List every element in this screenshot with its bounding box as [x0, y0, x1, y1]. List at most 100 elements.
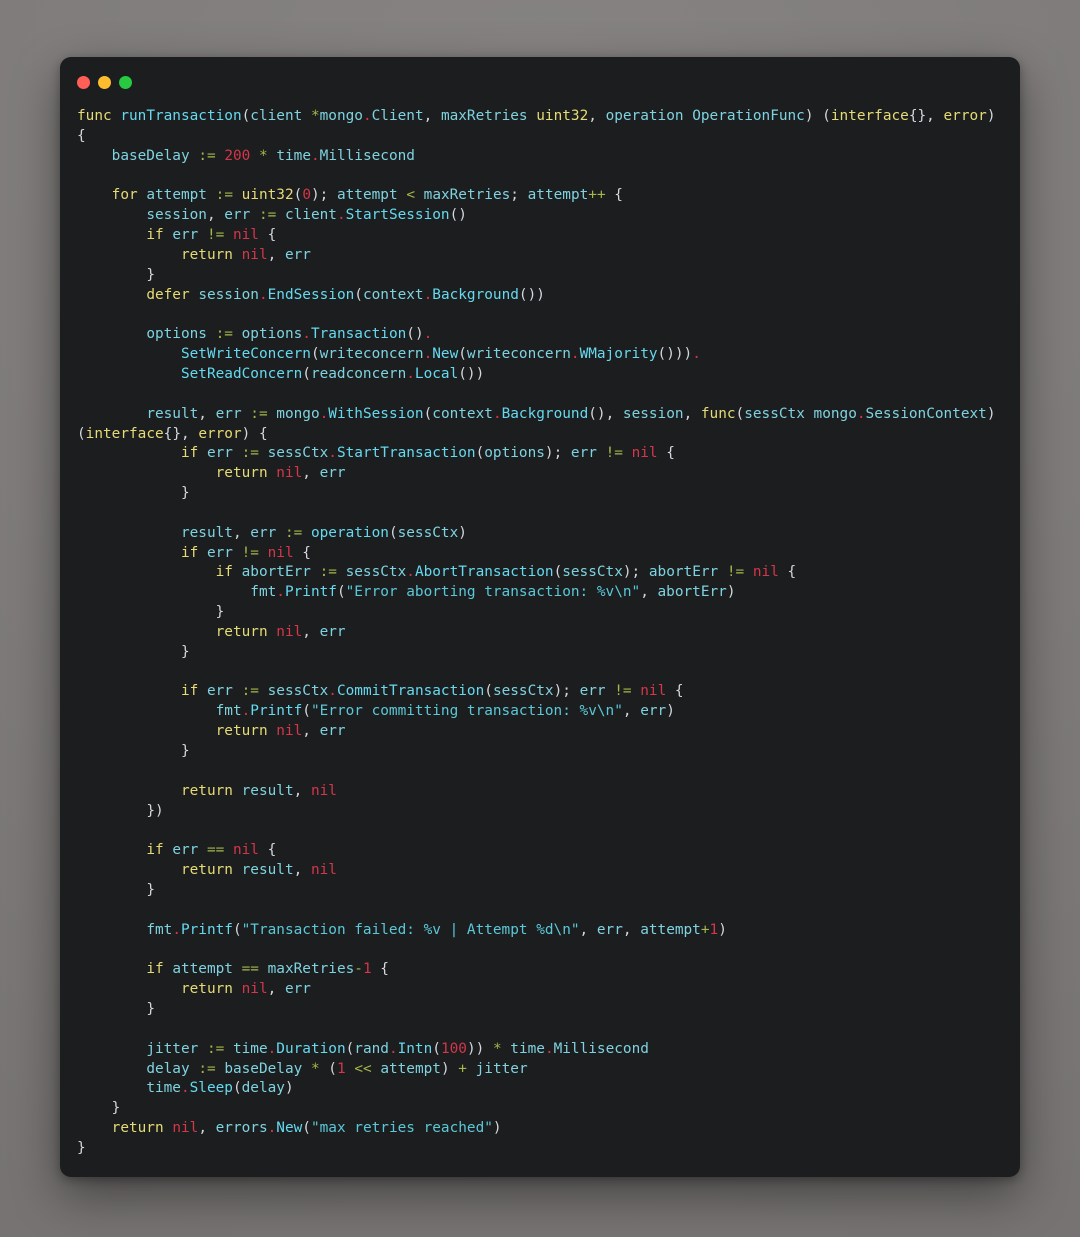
code-token-op: !=: [241, 544, 259, 561]
code-token-op: :=: [215, 326, 233, 343]
code-line: }: [77, 1000, 1002, 1020]
code-token-fn: Printf: [284, 584, 337, 601]
code-token-id: errors: [215, 1120, 268, 1137]
code-token-op: <: [406, 187, 415, 204]
code-token-nil: nil: [232, 227, 259, 244]
code-token-pun: [77, 445, 181, 461]
code-token-kw: if: [180, 544, 199, 561]
code-token-id: err: [250, 524, 277, 541]
code-line: SetReadConcern(readconcern.Local()): [77, 365, 1002, 385]
code-token-id: Client: [371, 108, 424, 124]
code-token-op: ==: [206, 842, 225, 859]
code-token-pun: [484, 1041, 493, 1057]
code-token-pun: [302, 525, 311, 541]
code-token-pun: [233, 445, 242, 461]
code-line: ​: [77, 1020, 1002, 1040]
code-token-pun: ,: [683, 405, 701, 422]
maximize-button[interactable]: [119, 75, 132, 89]
code-token-pun: [606, 683, 615, 699]
code-token-nil: nil: [310, 782, 337, 799]
code-token-type: interface: [85, 425, 164, 442]
code-token-op: ++: [588, 187, 606, 204]
code-token-kw: if: [146, 842, 164, 859]
code-token-pun: [224, 227, 233, 243]
code-token-pun: }: [77, 1139, 86, 1156]
code-token-pun: [233, 187, 242, 203]
code-token-pun: [233, 683, 242, 699]
code-line: jitter := time.Duration(rand.Intn(100)) …: [77, 1040, 1002, 1060]
source-code-block[interactable]: func runTransaction(client *mongo.Client…: [77, 107, 1002, 1159]
code-token-op: *: [310, 108, 320, 124]
code-token-pun: [164, 227, 173, 243]
code-token-pun: (),: [588, 405, 623, 422]
code-token-pun: );: [553, 683, 580, 700]
code-token-op: !=: [614, 683, 632, 700]
code-token-pun: ): [726, 584, 736, 601]
code-token-type: interface: [830, 108, 909, 124]
code-token-fn: SetWriteConcern: [180, 346, 311, 363]
code-token-pun: ) {: [241, 425, 268, 442]
code-token-kw: func: [700, 405, 736, 422]
code-token-id: options: [146, 326, 207, 343]
code-token-op: *: [258, 147, 268, 164]
code-token-kw: if: [146, 227, 164, 244]
code-token-pun: [268, 723, 277, 739]
code-token-pun: [77, 525, 181, 541]
code-token-id: sessCtx: [345, 564, 407, 581]
code-token-dot: .: [856, 405, 866, 422]
code-token-id: sessCtx: [267, 683, 329, 700]
code-line: baseDelay := 200 * time.Millisecond: [77, 147, 1002, 167]
code-token-nil: nil: [241, 246, 268, 263]
code-token-pun: (: [735, 405, 745, 422]
code-token-id: fmt: [215, 703, 242, 720]
code-token-pun: [233, 981, 242, 997]
code-token-id: client: [284, 207, 337, 224]
minimize-button[interactable]: [98, 75, 111, 89]
code-token-dot: .: [388, 1040, 398, 1057]
close-button[interactable]: [77, 75, 90, 89]
code-token-pun: [242, 406, 251, 422]
code-token-pun: [224, 842, 233, 858]
code-token-pun: [276, 207, 285, 223]
code-line: defer session.EndSession(context.Backgro…: [77, 286, 1002, 306]
code-token-pun: }: [77, 881, 155, 898]
code-token-op: :=: [198, 1060, 216, 1077]
code-token-pun: [77, 981, 181, 997]
code-token-pun: }: [77, 485, 190, 502]
code-token-id: time: [232, 1040, 268, 1057]
window-titlebar[interactable]: [60, 57, 1020, 107]
code-token-id: mongo: [276, 405, 320, 422]
code-token-pun: [77, 406, 146, 422]
code-token-op: :=: [241, 445, 259, 462]
code-token-op: -: [354, 961, 363, 978]
code-token-pun: ,: [293, 782, 311, 799]
code-token-pun: [372, 1061, 381, 1077]
code-token-op: ==: [241, 961, 259, 978]
code-token-pun: [398, 187, 407, 203]
code-line: options := options.Transaction().: [77, 325, 1002, 345]
code-line: }: [77, 603, 1002, 623]
code-token-dot: .: [319, 405, 329, 422]
code-token-pun: ): [440, 1060, 459, 1077]
code-token-id: sessCtx: [744, 405, 805, 422]
code-token-id: attempt: [336, 187, 398, 204]
code-token-id: attempt: [640, 921, 701, 938]
code-token-pun: [259, 961, 268, 977]
code-token-id: err: [284, 246, 311, 263]
code-token-dot: .: [423, 326, 433, 343]
code-token-id: fmt: [146, 921, 173, 938]
code-line: return nil, err: [77, 722, 1002, 742]
code-token-type: error: [943, 108, 987, 124]
code-token-nil: nil: [310, 862, 337, 879]
code-token-op: *: [310, 1060, 320, 1077]
code-viewport[interactable]: func runTransaction(client *mongo.Client…: [60, 107, 1020, 1177]
code-token-pun: ,: [302, 465, 320, 482]
code-token-pun: [77, 545, 181, 561]
code-token-pun: ,: [640, 584, 658, 601]
code-line: fmt.Printf("Error aborting transaction: …: [77, 583, 1002, 603]
code-token-pun: [164, 842, 173, 858]
code-token-pun: ,: [579, 921, 597, 938]
code-token-id: sessCtx: [267, 445, 329, 462]
code-token-id: jitter: [475, 1060, 528, 1077]
code-token-pun: [77, 584, 250, 600]
